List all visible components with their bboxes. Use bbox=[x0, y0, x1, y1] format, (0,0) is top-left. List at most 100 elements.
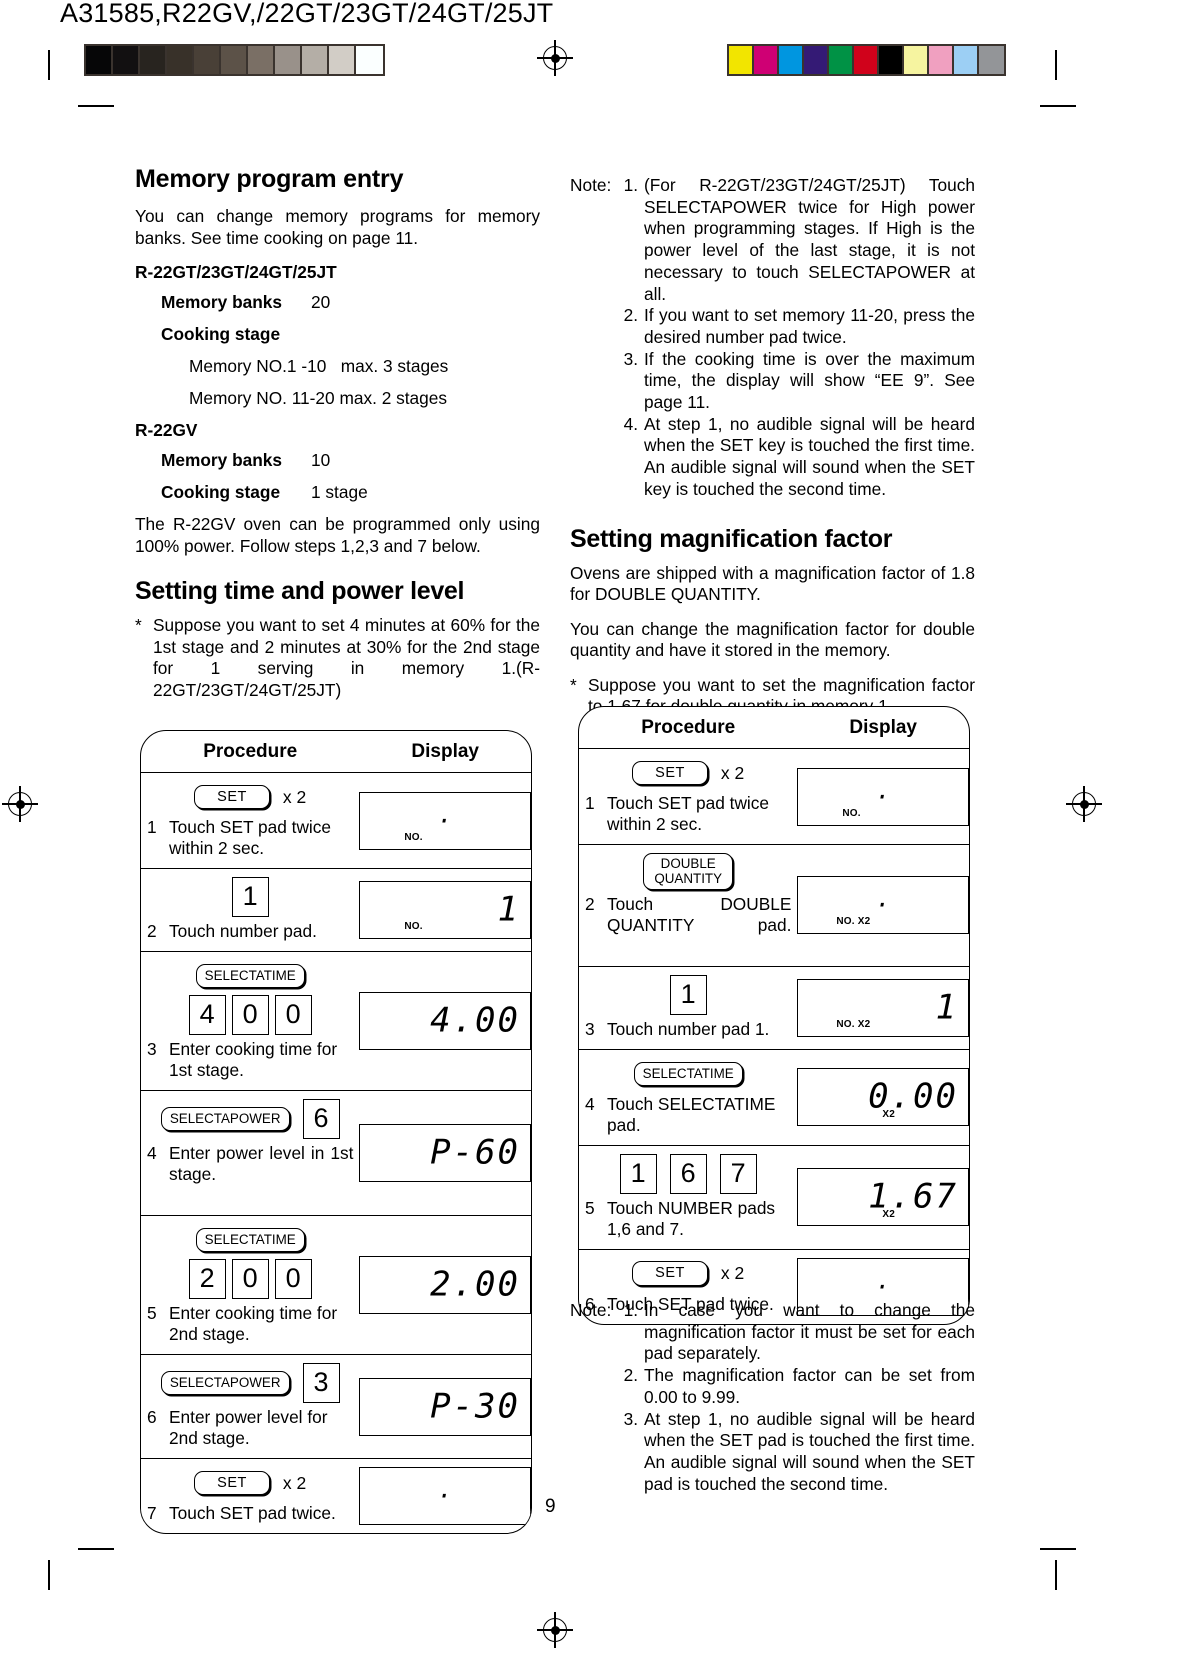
note-number: 1. bbox=[623, 1300, 638, 1320]
pad-set[interactable]: SET bbox=[632, 760, 708, 786]
spec-memory-banks-gv: Memory banks 10 bbox=[161, 450, 540, 471]
example-item: * Suppose you want to set 4 minutes at 6… bbox=[135, 615, 540, 701]
pad-3[interactable]: 3 bbox=[302, 1363, 340, 1403]
note-item: 4. At step 1, no audible signal will be h… bbox=[618, 414, 975, 501]
step-number: 4 bbox=[585, 1093, 595, 1114]
lcd-dot-indicator: · bbox=[436, 806, 454, 835]
procedure-cell: 1 6 7 5 Touch NUMBER pads 1,6 and 7. bbox=[579, 1146, 797, 1249]
display-cell: · NO. bbox=[359, 773, 531, 868]
registration-mark-left bbox=[2, 786, 38, 822]
spec-cooking-stage-gv: Cooking stage 1 stage bbox=[161, 482, 540, 503]
display-cell: · bbox=[359, 1459, 531, 1533]
lcd-display: P-30 bbox=[359, 1377, 531, 1436]
lcd-value: P-30 bbox=[430, 1385, 520, 1426]
pad-2[interactable]: 2 bbox=[188, 1259, 226, 1299]
magnification-paragraph-1: Ovens are shipped with a magnification f… bbox=[570, 562, 975, 605]
lcd-indicator-label: NO. bbox=[404, 831, 423, 843]
pad-6[interactable]: 6 bbox=[302, 1099, 340, 1139]
procedure-cell: SELECTAPOWER 6 4 Enter power level in 1st s… bbox=[141, 1091, 359, 1215]
notes-items: 1. In case you want to change the magnifi… bbox=[618, 1300, 975, 1495]
pad-6[interactable]: 6 bbox=[669, 1153, 707, 1194]
pad-0[interactable]: 0 bbox=[231, 1259, 269, 1299]
page-title: Memory program entry bbox=[135, 165, 404, 193]
lcd-indicator-label: NO. bbox=[842, 807, 861, 819]
pad-selectapower[interactable]: SELECTAPOWER bbox=[160, 1371, 290, 1395]
pad-group: 1 bbox=[147, 877, 353, 917]
note-item: 2. The magnification factor can be set fr… bbox=[618, 1365, 975, 1408]
pad-selectatime[interactable]: SELECTATIME bbox=[195, 1228, 305, 1252]
lcd-display: 2.00 bbox=[359, 1256, 531, 1314]
step-description: 3 Touch number pad 1. bbox=[585, 1019, 791, 1040]
pad-0[interactable]: 0 bbox=[274, 995, 312, 1035]
asterisk-bullet: * bbox=[570, 674, 577, 695]
color-swatch bbox=[854, 46, 879, 74]
pad-selectatime[interactable]: SELECTATIME bbox=[633, 1062, 743, 1086]
pad-7[interactable]: 7 bbox=[719, 1153, 757, 1194]
pad-1[interactable]: 1 bbox=[619, 1153, 657, 1194]
note-number: 4. bbox=[623, 413, 638, 434]
table-row: 1 2 Touch number pad. 1 NO. bbox=[141, 869, 531, 952]
step-text: Touch DOUBLE QUANTITY pad. bbox=[607, 893, 792, 935]
color-swatch bbox=[779, 46, 804, 74]
step-text: Touch SELECTATIME pad. bbox=[607, 1093, 776, 1135]
spec-cooking-stage-gt: Cooking stage bbox=[161, 324, 540, 345]
pad-0[interactable]: 0 bbox=[274, 1259, 312, 1299]
pad-group: DOUBLE QUANTITY bbox=[585, 853, 791, 890]
display-cell: 0.00 X2 bbox=[797, 1050, 969, 1145]
color-swatch bbox=[929, 46, 954, 74]
intro-paragraph: You can change memory programs for memor… bbox=[135, 206, 540, 248]
registration-mark-right bbox=[1066, 786, 1102, 822]
pad-double-quantity[interactable]: DOUBLE QUANTITY bbox=[643, 853, 734, 890]
pad-1[interactable]: 1 bbox=[231, 877, 269, 917]
crop-mark-bottom-left bbox=[48, 1560, 50, 1590]
notes-items: 1. (For R-22GT/23GT/24GT/25JT) Touch SELE… bbox=[618, 175, 975, 501]
procedure-cell: SELECTATIME 2 0 0 5 Enter cooking time for 2n… bbox=[141, 1216, 359, 1354]
pad-1[interactable]: 1 bbox=[669, 974, 707, 1015]
lcd-display: 4.00 bbox=[359, 992, 531, 1050]
step-number: 2 bbox=[147, 921, 157, 941]
pad-group: SET x 2 bbox=[147, 781, 353, 813]
pad-set[interactable]: SET bbox=[632, 1261, 708, 1287]
lcd-display: 1.67 X2 bbox=[797, 1168, 969, 1227]
step-description: 4 Enter power level in 1st stage. bbox=[147, 1143, 353, 1206]
grayscale-swatch bbox=[113, 46, 140, 74]
table-row: SET x 2 7 Touch SET pad twice. · bbox=[141, 1459, 531, 1533]
step-description: 5 Enter cooking time for 2nd stage. bbox=[147, 1303, 353, 1345]
color-calibration-bar bbox=[727, 44, 1006, 76]
spec-label: Cooking stage bbox=[161, 324, 281, 344]
grayscale-swatch bbox=[221, 46, 248, 74]
magnification-paragraph-2: You can change the magnification factor … bbox=[570, 618, 975, 661]
pad-group: SET x 2 bbox=[147, 1467, 353, 1499]
pad-4[interactable]: 4 bbox=[188, 995, 226, 1035]
table-row: 1 3 Touch number pad 1. 1 NO. X2 bbox=[579, 967, 969, 1050]
note-text: At step 1, no audible signal will be hea… bbox=[644, 1408, 975, 1494]
pad-set[interactable]: SET bbox=[194, 1470, 270, 1496]
procedure-cell: SELECTAPOWER 3 6 Enter power level for 2nd … bbox=[141, 1355, 359, 1458]
step-number: 2 bbox=[585, 893, 595, 914]
lcd-display: P-60 bbox=[359, 1124, 531, 1182]
lcd-indicator-label: NO. bbox=[404, 921, 423, 932]
table-row: SELECTATIME 2 0 0 5 Enter cooking time for 2n… bbox=[141, 1216, 531, 1355]
lcd-display: 0.00 X2 bbox=[797, 1068, 969, 1127]
pad-0[interactable]: 0 bbox=[231, 995, 269, 1035]
step-number: 1 bbox=[585, 793, 595, 813]
pad-label-line: QUANTITY bbox=[654, 871, 723, 887]
lcd-display: · NO. X2 bbox=[797, 876, 969, 935]
grayscale-swatch bbox=[140, 46, 167, 74]
display-cell: 1.67 X2 bbox=[797, 1146, 969, 1249]
grayscale-swatch bbox=[356, 46, 383, 74]
step-description: 2 Touch DOUBLE QUANTITY pad. bbox=[585, 894, 791, 957]
pad-set[interactable]: SET bbox=[194, 784, 270, 810]
procedure-cell: SET x 2 1 Touch SET pad twice within 2 sec. bbox=[141, 773, 359, 868]
lcd-dot-indicator: · bbox=[874, 1272, 892, 1301]
pad-multiplier-label: x 2 bbox=[282, 786, 307, 807]
grayscale-swatch bbox=[86, 46, 113, 74]
step-number: 5 bbox=[147, 1303, 157, 1323]
grayscale-swatch bbox=[275, 46, 302, 74]
crop-mark-bottom-right bbox=[1055, 1560, 1057, 1590]
pad-selectatime[interactable]: SELECTATIME bbox=[195, 964, 305, 988]
notes-label: Note: bbox=[570, 1300, 612, 1320]
step-description: 1 Touch SET pad twice within 2 sec. bbox=[147, 817, 353, 859]
pad-selectapower[interactable]: SELECTAPOWER bbox=[160, 1107, 290, 1131]
example-list-left: * Suppose you want to set 4 minutes at 6… bbox=[135, 615, 540, 701]
